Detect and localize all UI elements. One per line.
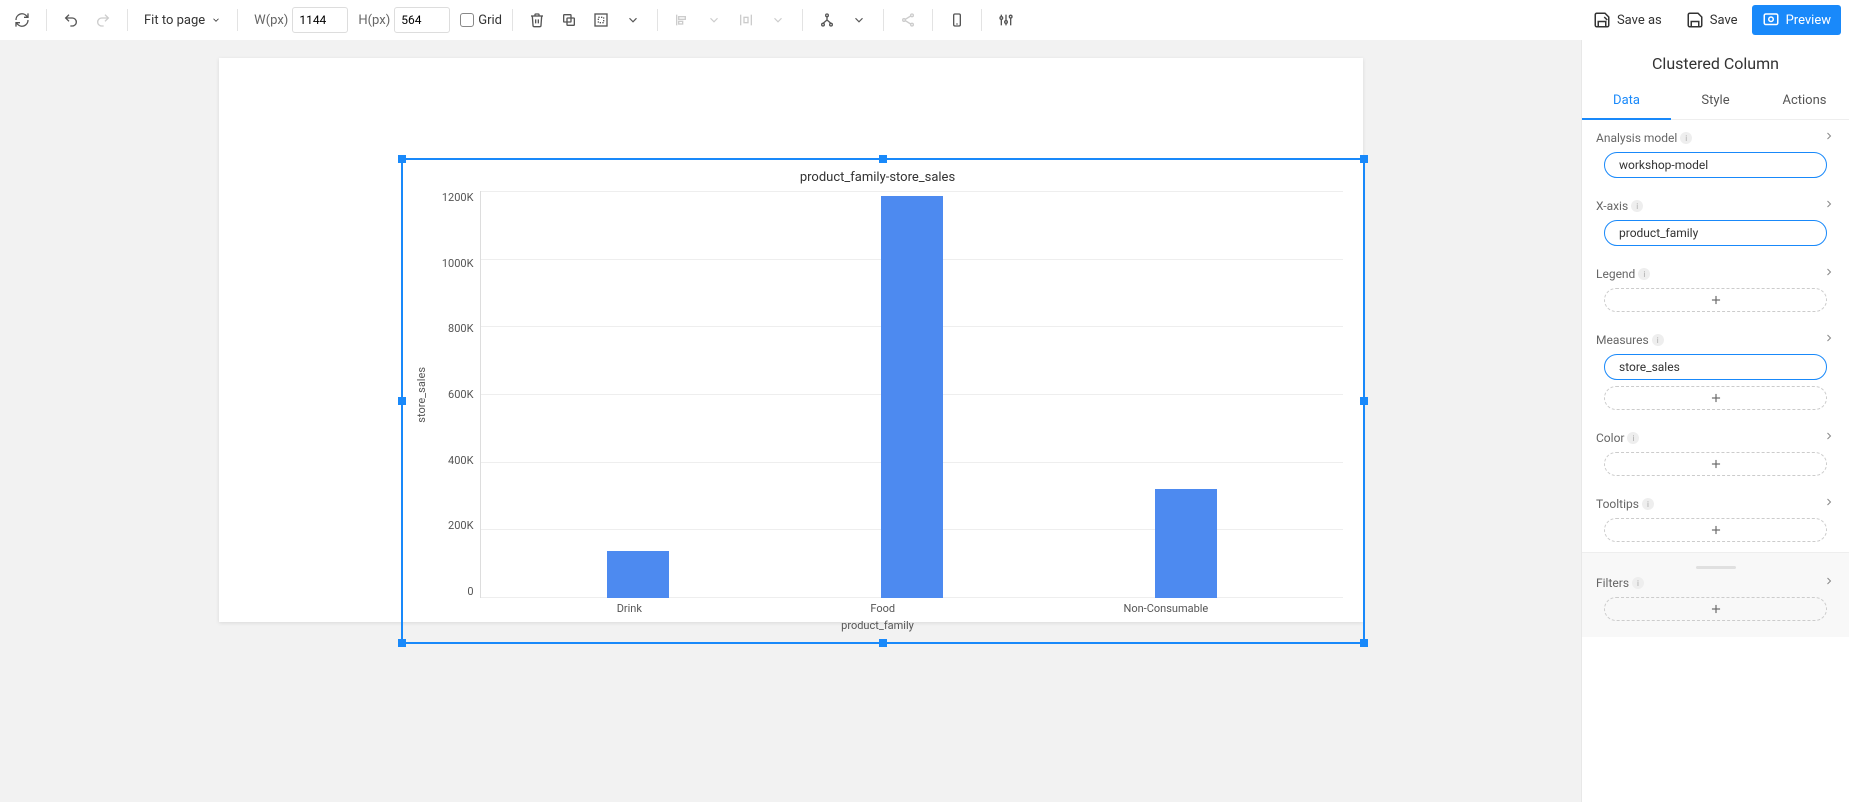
y-ticks: 1200K 1000K 800K 600K 400K 200K 0 [430, 191, 480, 598]
x-axis-pill[interactable]: product_family [1604, 220, 1827, 246]
y-tick: 1200K [442, 191, 474, 204]
section-x-axis: X-axisi product_family [1582, 188, 1849, 256]
section-measures: Measuresi store_sales [1582, 322, 1849, 420]
preview-label: Preview [1786, 13, 1831, 28]
height-label: H(px) [358, 13, 390, 28]
plus-icon [1709, 457, 1723, 471]
main-area: product_family-store_sales store_sales 1… [0, 40, 1849, 802]
drag-handle-icon[interactable] [1696, 566, 1736, 569]
share-button[interactable] [894, 6, 922, 34]
y-tick: 800K [448, 322, 473, 335]
distribute-button[interactable] [732, 6, 760, 34]
plot-area [480, 191, 1343, 598]
tab-data[interactable]: Data [1582, 83, 1671, 120]
undo-button[interactable] [57, 6, 85, 34]
fit-chevron[interactable] [619, 6, 647, 34]
bars [481, 191, 1343, 598]
info-icon: i [1652, 334, 1664, 346]
y-tick: 200K [448, 519, 473, 532]
chevron-right-icon[interactable] [1823, 496, 1835, 512]
chart-selection[interactable]: product_family-store_sales store_sales 1… [401, 158, 1365, 644]
y-tick: 0 [467, 585, 473, 598]
width-label: W(px) [254, 13, 288, 28]
info-icon: i [1632, 577, 1644, 589]
plus-icon [1709, 391, 1723, 405]
x-tick: Food [870, 602, 895, 615]
x-ticks: Drink Food Non-Consumable [483, 598, 1343, 615]
width-input[interactable] [292, 7, 348, 33]
preview-button[interactable]: Preview [1752, 5, 1841, 35]
chevron-down-icon [211, 15, 221, 25]
chevron-right-icon[interactable] [1823, 266, 1835, 282]
section-legend: Legendi [1582, 256, 1849, 322]
plus-icon [1709, 602, 1723, 616]
chevron-right-icon[interactable] [1823, 332, 1835, 348]
info-icon: i [1631, 200, 1643, 212]
properties-panel: Clustered Column Data Style Actions Anal… [1581, 40, 1849, 802]
x-axis-label: product_family [413, 619, 1343, 632]
align-left-button[interactable] [668, 6, 696, 34]
section-tooltips: Tooltipsi [1582, 486, 1849, 552]
zoom-label: Fit to page [144, 13, 205, 28]
filters-add[interactable] [1604, 597, 1827, 621]
legend-add[interactable] [1604, 288, 1827, 312]
tab-style[interactable]: Style [1671, 83, 1760, 119]
delete-button[interactable] [523, 6, 551, 34]
refresh-button[interactable] [8, 6, 36, 34]
checkbox-icon [460, 13, 474, 27]
info-icon: i [1680, 132, 1692, 144]
chart: product_family-store_sales store_sales 1… [403, 160, 1363, 642]
chevron-right-icon[interactable] [1823, 575, 1835, 591]
panel-title: Clustered Column [1582, 40, 1849, 83]
y-tick: 1000K [442, 257, 474, 270]
analysis-model-pill[interactable]: workshop-model [1604, 152, 1827, 178]
info-icon: i [1638, 268, 1650, 280]
chevron-right-icon[interactable] [1823, 130, 1835, 146]
x-tick: Non-Consumable [1123, 602, 1208, 615]
chart-title: product_family-store_sales [413, 170, 1343, 185]
zoom-select[interactable]: Fit to page [138, 13, 227, 28]
panel-tabs: Data Style Actions [1582, 83, 1849, 120]
section-color: Colori [1582, 420, 1849, 486]
report-page[interactable]: product_family-store_sales store_sales 1… [219, 58, 1363, 622]
section-filters: Filtersi [1582, 552, 1849, 637]
info-icon: i [1627, 432, 1639, 444]
bar-Food[interactable] [881, 196, 943, 598]
color-add[interactable] [1604, 452, 1827, 476]
measures-add[interactable] [1604, 386, 1827, 410]
info-icon: i [1642, 498, 1654, 510]
distribute-chevron[interactable] [764, 6, 792, 34]
plus-icon [1709, 523, 1723, 537]
settings-sliders-button[interactable] [992, 6, 1020, 34]
save-button[interactable]: Save [1676, 5, 1748, 35]
grid-checkbox[interactable]: Grid [460, 13, 502, 28]
tooltips-add[interactable] [1604, 518, 1827, 542]
x-tick: Drink [617, 602, 642, 615]
grid-label: Grid [478, 13, 502, 28]
mobile-button[interactable] [943, 6, 971, 34]
chevron-right-icon[interactable] [1823, 430, 1835, 446]
plus-icon [1709, 293, 1723, 307]
save-label: Save [1710, 13, 1738, 28]
copy-button[interactable] [555, 6, 583, 34]
y-tick: 400K [448, 454, 473, 467]
align-left-chevron[interactable] [700, 6, 728, 34]
toolbar: Fit to page W(px) H(px) Grid [0, 0, 1849, 40]
y-axis-label: store_sales [413, 367, 430, 423]
y-tick: 600K [448, 388, 473, 401]
fit-button[interactable] [587, 6, 615, 34]
chevron-right-icon[interactable] [1823, 198, 1835, 214]
section-analysis-model: Analysis modeli workshop-model [1582, 120, 1849, 188]
redo-button[interactable] [89, 6, 117, 34]
hierarchy-chevron[interactable] [845, 6, 873, 34]
canvas-area[interactable]: product_family-store_sales store_sales 1… [0, 40, 1581, 802]
measures-pill[interactable]: store_sales [1604, 354, 1827, 380]
height-input[interactable] [394, 7, 450, 33]
save-as-button[interactable]: Save as [1583, 5, 1672, 35]
save-as-label: Save as [1617, 13, 1662, 28]
tab-actions[interactable]: Actions [1760, 83, 1849, 119]
bar-Drink[interactable] [607, 551, 669, 598]
hierarchy-button[interactable] [813, 6, 841, 34]
bar-Non-Consumable[interactable] [1155, 489, 1217, 598]
